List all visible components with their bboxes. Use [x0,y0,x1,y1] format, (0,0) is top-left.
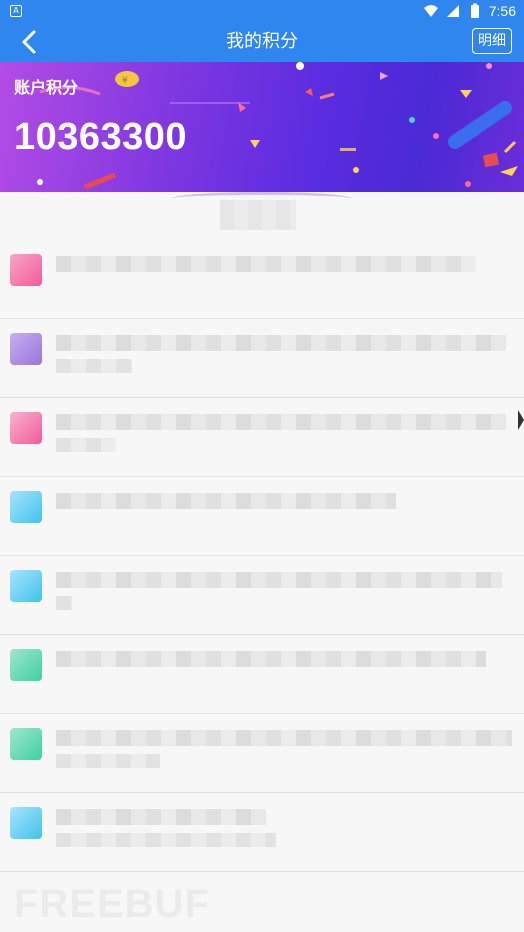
list-item[interactable] [0,240,524,319]
detail-button[interactable]: 明细 [472,28,512,54]
notification-icon: A [10,5,22,17]
list-item[interactable] [0,635,524,714]
list-item[interactable] [0,477,524,556]
blurred-subtext [56,438,116,452]
divider [0,871,524,872]
blurred-text [56,651,486,667]
blurred-subtext [56,359,132,373]
task-icon [10,649,42,681]
section-header-blurred [220,200,296,230]
svg-text:¥: ¥ [122,76,128,86]
watermark: FREEBUF [14,882,210,926]
points-value: 10363300 [14,116,188,158]
status-time: 7:56 [488,3,516,19]
wifi-icon [423,5,438,17]
blurred-subtext [56,596,72,610]
list-item[interactable] [0,714,524,793]
blurred-text [56,256,476,272]
points-label: 账户积分 [14,78,79,97]
task-list [0,192,524,932]
signal-icon [446,5,459,17]
task-icon [10,570,42,602]
blurred-text [56,493,396,509]
chevron-right-icon [518,410,524,430]
page-title: 我的积分 [226,31,298,52]
blurred-subtext [56,754,160,768]
blurred-text [56,572,502,588]
status-bar: A 7:56 [0,0,524,22]
list-item[interactable] [0,319,524,398]
list-item[interactable] [0,793,524,872]
task-icon [10,728,42,760]
list-item[interactable] [0,556,524,635]
app-bar: 我的积分 明细 [0,22,524,62]
blurred-subtext [56,833,276,847]
points-banner: ¥ 账户积分 10363300 [0,62,524,192]
task-icon [10,491,42,523]
blurred-text [56,335,506,351]
status-icons: 7:56 [423,2,516,20]
blurred-text [56,809,266,825]
task-icon [10,333,42,365]
task-icon [10,254,42,286]
task-icon [10,807,42,839]
battery-icon [470,3,479,18]
blurred-text [56,730,512,746]
list-item[interactable] [0,398,524,477]
blurred-text [56,414,506,430]
task-icon [10,412,42,444]
